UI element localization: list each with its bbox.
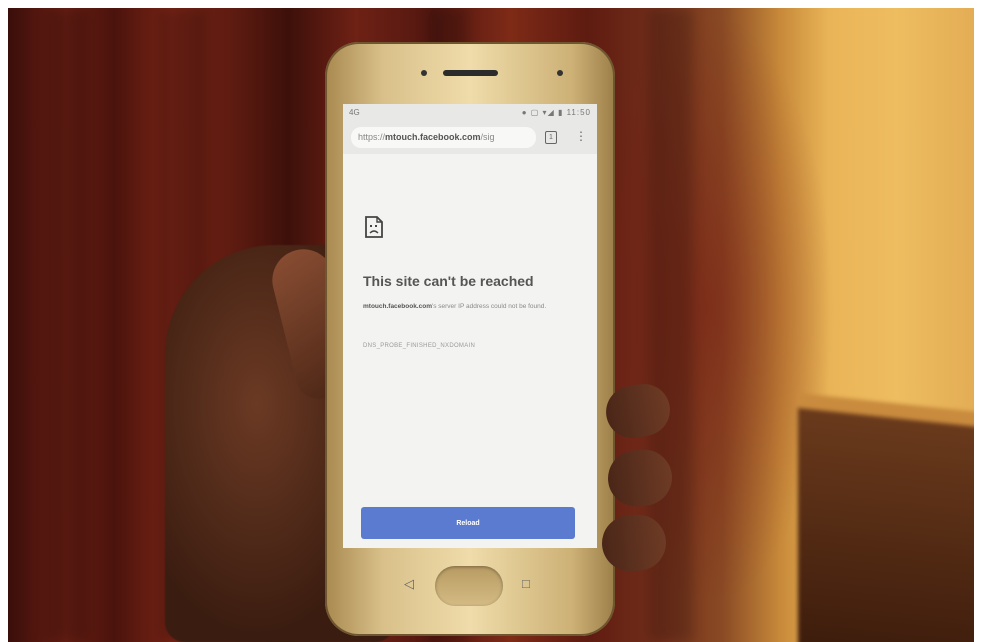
error-title: This site can't be reached	[363, 273, 534, 289]
error-code: DNS_PROBE_FINISHED_NXDOMAIN	[363, 343, 476, 349]
more-vert-icon[interactable]: ⋮	[575, 129, 587, 143]
url-domain: mtouch.facebook.com	[385, 132, 481, 142]
browser-toolbar: https://mtouch.facebook.com/sig 1 ⋮	[343, 122, 597, 154]
phone-camera	[557, 70, 563, 76]
smartphone: 4G ● ▢ ▾◢ ▮ 11:50 https://mtouch.faceboo…	[325, 42, 615, 636]
error-message: mtouch.facebook.com's server IP address …	[363, 300, 579, 313]
tabs-icon[interactable]: 1	[545, 131, 557, 144]
status-icons: ● ▢ ▾◢ ▮ 11:50	[521, 108, 591, 117]
furniture	[798, 408, 974, 642]
url-prefix: https://	[358, 132, 386, 142]
error-domain: mtouch.facebook.com	[363, 303, 432, 310]
address-bar[interactable]: https://mtouch.facebook.com/sig	[351, 127, 536, 148]
error-message-tail: 's server IP address could not be found.	[431, 303, 547, 310]
home-button[interactable]	[435, 566, 503, 606]
url-suffix: /sig	[480, 132, 495, 142]
phone-screen: 4G ● ▢ ▾◢ ▮ 11:50 https://mtouch.faceboo…	[343, 104, 597, 548]
status-bar: 4G ● ▢ ▾◢ ▮ 11:50	[343, 104, 597, 122]
recent-apps-icon[interactable]: □	[522, 576, 530, 591]
phone-sensor	[421, 70, 427, 76]
sad-page-icon	[365, 216, 383, 238]
phone-speaker	[443, 70, 498, 76]
reload-button[interactable]: Reload	[361, 507, 575, 539]
curtain-fold	[48, 8, 88, 642]
status-network: 4G	[349, 108, 360, 117]
back-icon[interactable]: ◁	[404, 576, 414, 592]
